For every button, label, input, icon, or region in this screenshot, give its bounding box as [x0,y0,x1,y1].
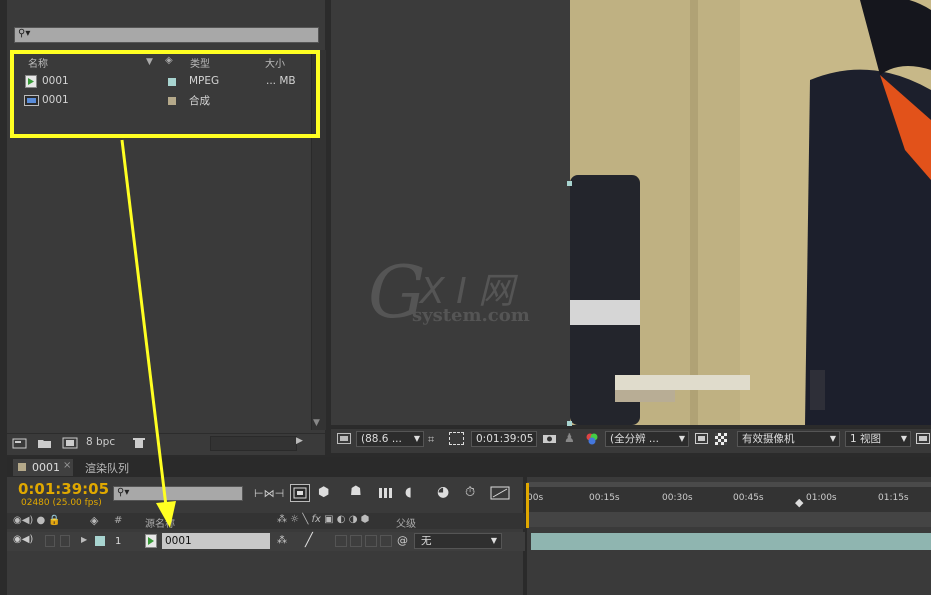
annotation-arrow [120,139,176,528]
